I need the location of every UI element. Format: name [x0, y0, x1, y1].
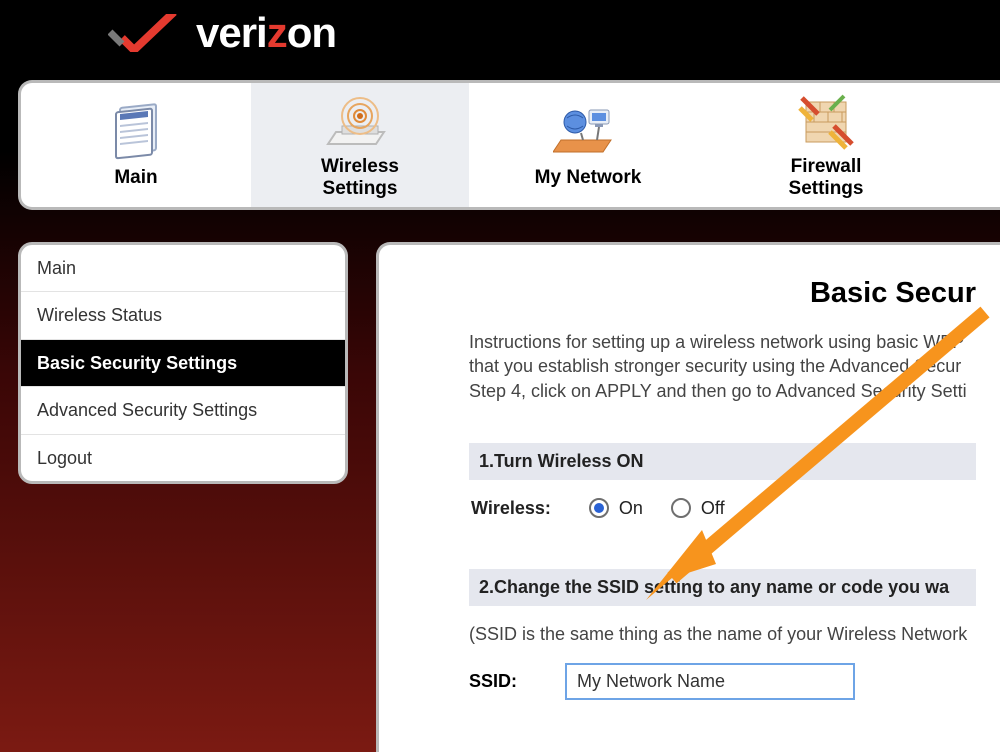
tab-firewall-label-1: Firewall [791, 156, 862, 178]
radio-icon [589, 498, 609, 518]
tab-main-label: Main [114, 167, 157, 189]
brand-text: verizon [196, 12, 336, 54]
tab-network-label: My Network [535, 167, 642, 189]
wireless-icon [326, 90, 394, 152]
page-title: Basic Secur [469, 277, 976, 310]
ssid-note: (SSID is the same thing as the name of y… [469, 624, 976, 645]
verizon-check-icon [108, 14, 182, 52]
sidebar-item-label: Logout [37, 448, 92, 468]
radio-on-label: On [619, 498, 643, 519]
sidebar-item-main[interactable]: Main [21, 245, 345, 292]
instructions-text: Instructions for setting up a wireless n… [469, 330, 976, 403]
radio-icon [671, 498, 691, 518]
ssid-label: SSID: [469, 671, 565, 692]
radio-wireless-off[interactable]: Off [671, 498, 725, 519]
step1-header: 1.Turn Wireless ON [469, 443, 976, 480]
sidebar-item-advanced-security[interactable]: Advanced Security Settings [21, 387, 345, 434]
tab-wireless-label-1: Wireless [321, 156, 399, 178]
wireless-label: Wireless: [471, 498, 551, 519]
sidebar-item-basic-security[interactable]: Basic Security Settings [21, 340, 345, 387]
tab-wireless-label-2: Settings [323, 178, 398, 200]
main-icon [110, 101, 162, 163]
sidebar-item-label: Wireless Status [37, 305, 162, 325]
tab-wireless-settings[interactable]: Wireless Settings [251, 83, 469, 207]
sidebar-item-label: Main [37, 258, 76, 278]
tab-my-network[interactable]: My Network [469, 83, 707, 207]
tab-main[interactable]: Main [21, 83, 251, 207]
sidebar-item-label: Advanced Security Settings [37, 400, 257, 420]
top-nav: Main Wireless Settings [18, 80, 1000, 210]
tab-firewall-settings[interactable]: Firewall Settings [707, 83, 945, 207]
ssid-row: SSID: [469, 663, 976, 700]
sidebar-item-wireless-status[interactable]: Wireless Status [21, 292, 345, 339]
tab-firewall-label-2: Settings [789, 178, 864, 200]
content-panel: Basic Secur Instructions for setting up … [376, 242, 1000, 752]
step2-header: 2.Change the SSID setting to any name or… [469, 569, 976, 606]
radio-off-label: Off [701, 498, 725, 519]
brand-logo: verizon [108, 10, 340, 56]
network-icon [553, 101, 623, 163]
sidebar: Main Wireless Status Basic Security Sett… [18, 242, 348, 484]
step1-body: Wireless: On Off [469, 498, 976, 519]
sidebar-item-label: Basic Security Settings [37, 353, 237, 373]
firewall-icon [796, 90, 856, 152]
ssid-input[interactable] [565, 663, 855, 700]
sidebar-item-logout[interactable]: Logout [21, 435, 345, 481]
radio-wireless-on[interactable]: On [589, 498, 643, 519]
